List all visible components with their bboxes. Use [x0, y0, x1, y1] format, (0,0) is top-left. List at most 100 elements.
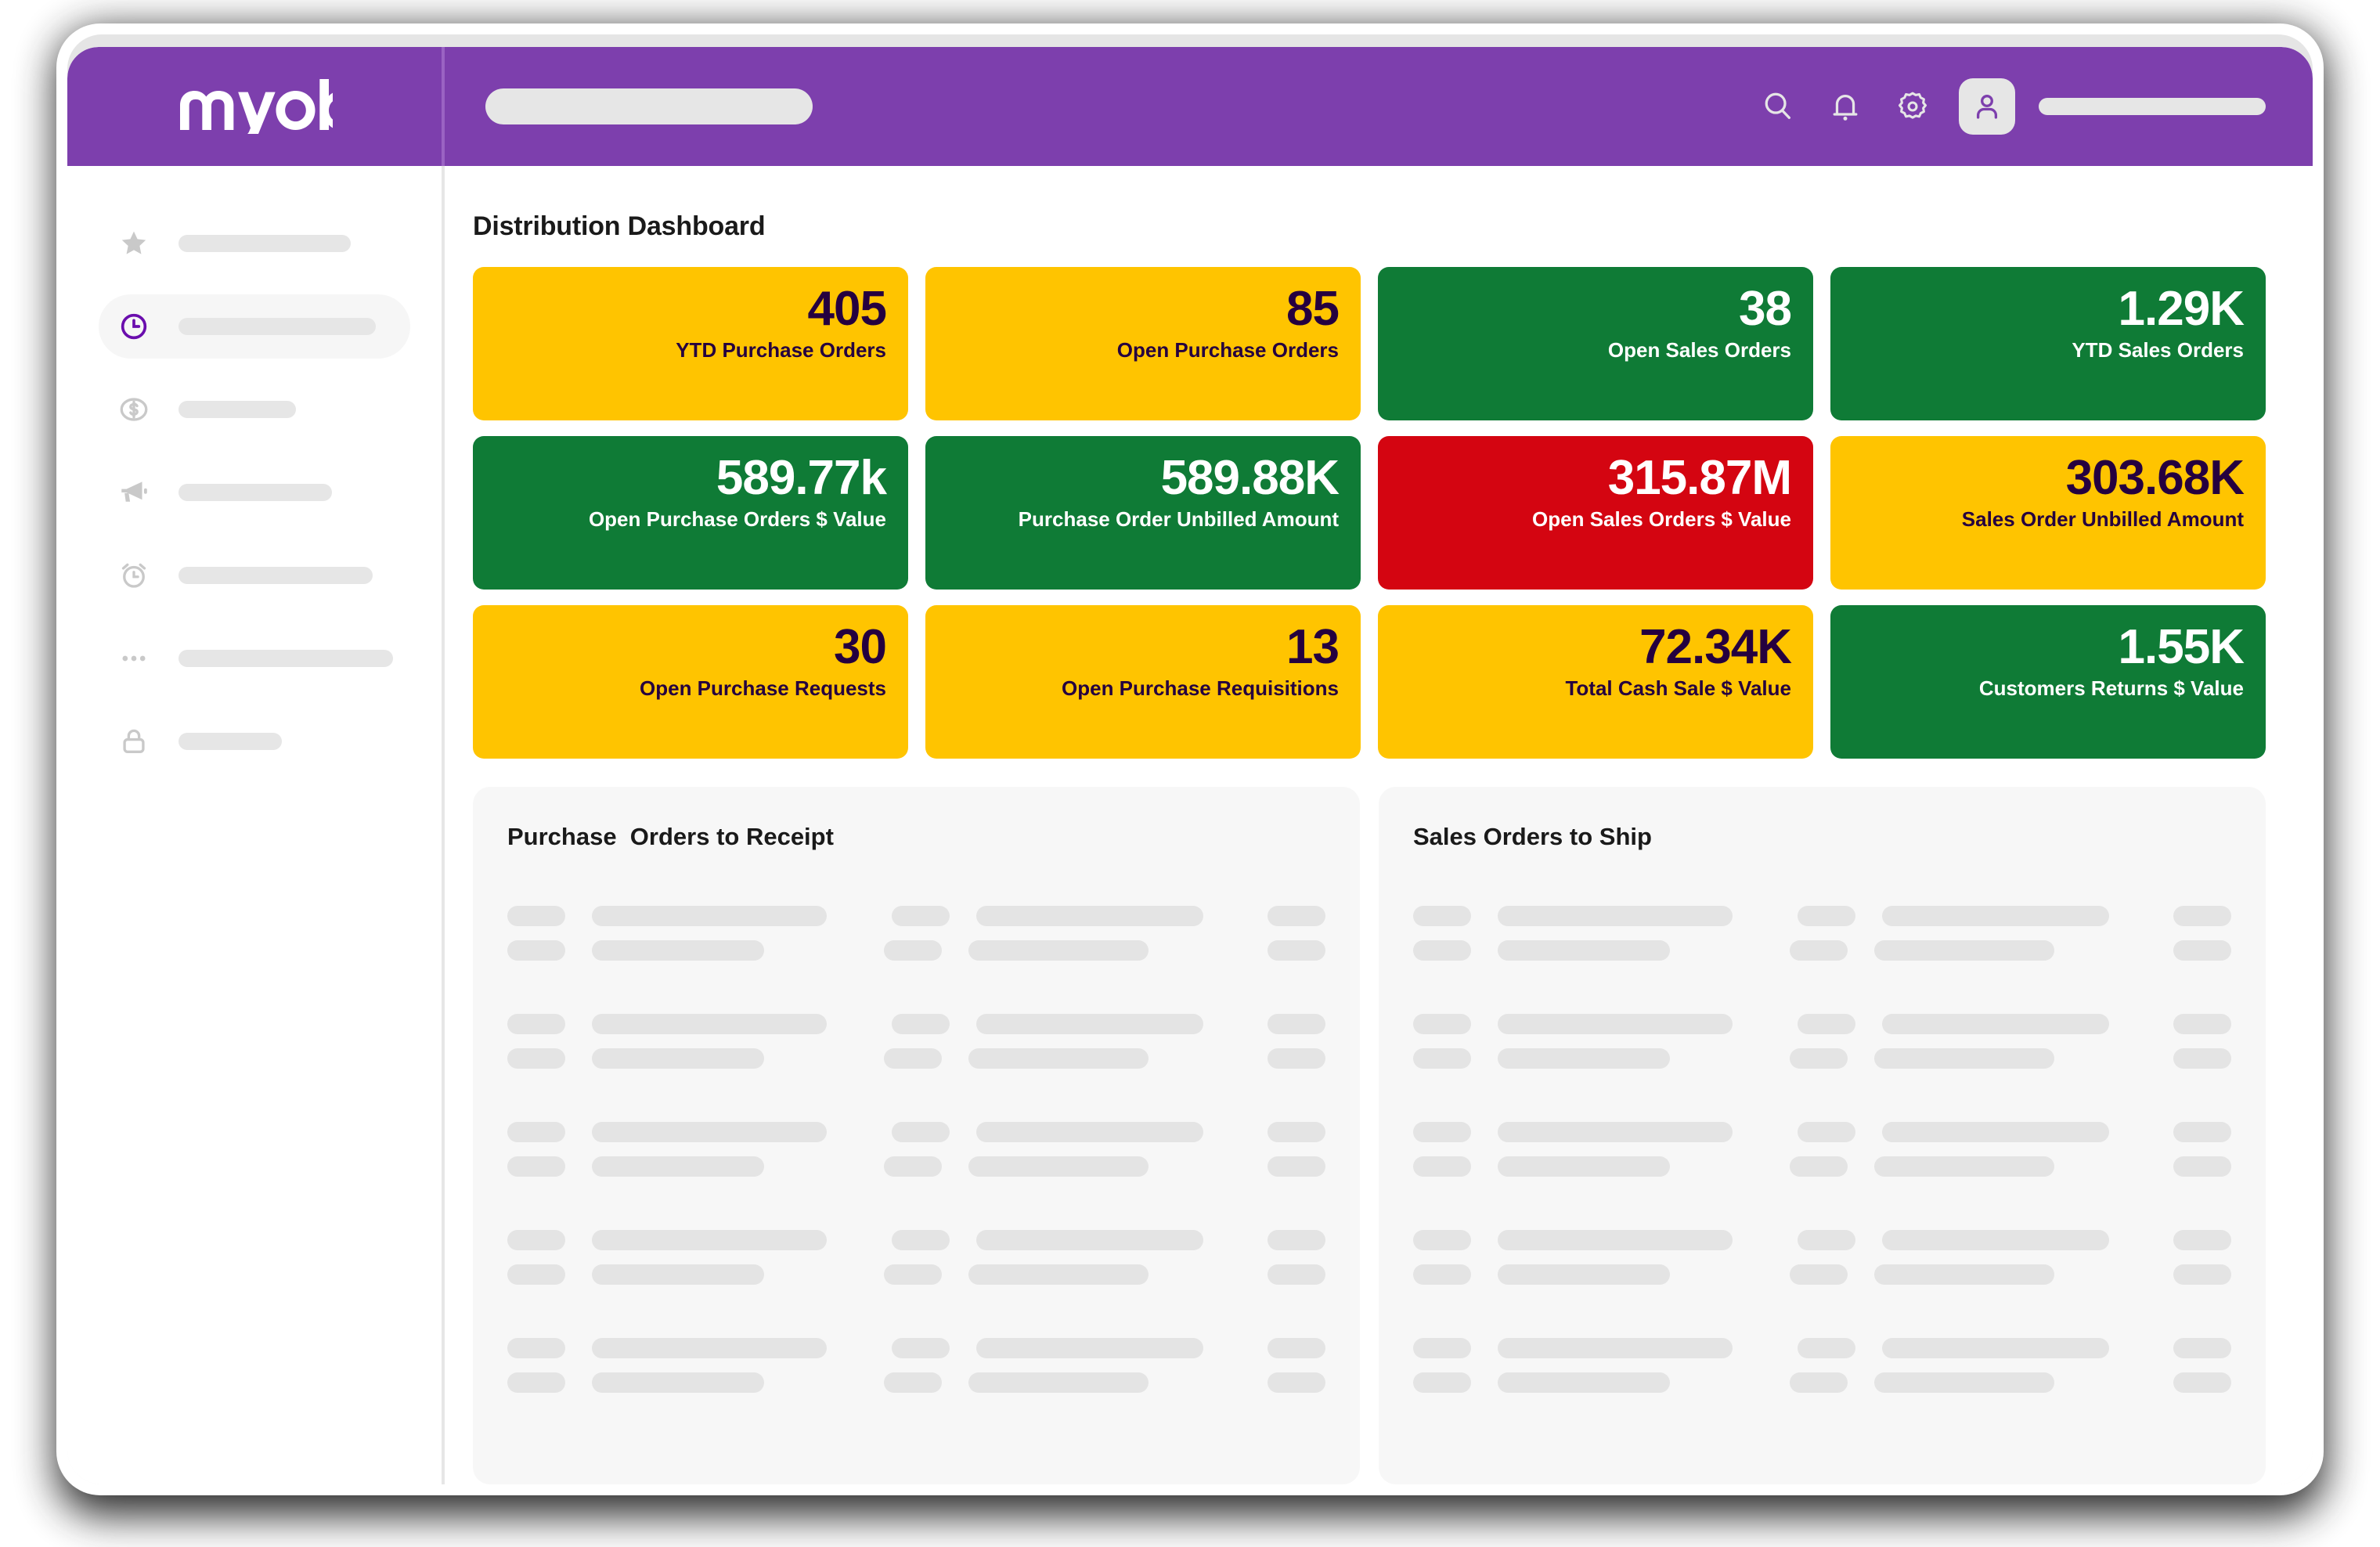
kpi-value: 13	[1286, 622, 1339, 672]
kpi-card-grid: 405 YTD Purchase Orders 85 Open Purchase…	[473, 267, 2266, 759]
sidebar-item-label	[178, 484, 332, 501]
kpi-card-open-purchase-requests[interactable]: 30 Open Purchase Requests	[473, 605, 908, 759]
page-title: Distribution Dashboard	[473, 211, 2266, 242]
table-row	[1413, 1122, 2231, 1177]
kpi-card-open-purchase-orders-value[interactable]: 589.77k Open Purchase Orders $ Value	[473, 436, 908, 590]
sidebar-item-label	[178, 318, 376, 335]
dollar-circle-icon	[116, 391, 152, 427]
kpi-card-open-sales-orders[interactable]: 38 Open Sales Orders	[1378, 267, 1813, 420]
panel-title: Purchase Orders to Receipt	[507, 823, 1325, 851]
kpi-value: 1.29K	[2119, 284, 2244, 334]
sidebar-item-reminders[interactable]	[99, 543, 410, 608]
main-content: Distribution Dashboard 405 YTD Purchase …	[445, 166, 2313, 1484]
panel-title: Sales Orders to Ship	[1413, 823, 2231, 851]
skeleton-cell	[968, 940, 1149, 961]
kpi-card-ytd-purchase-orders[interactable]: 405 YTD Purchase Orders	[473, 267, 908, 420]
kpi-card-open-purchase-requisitions[interactable]: 13 Open Purchase Requisitions	[925, 605, 1361, 759]
ellipsis-icon	[116, 640, 152, 676]
kpi-value: 303.68K	[2066, 453, 2244, 503]
table-row	[507, 906, 1325, 961]
panel-purchase-orders-to-receipt: Purchase Orders to Receipt	[473, 787, 1360, 1484]
brand-logo[interactable]	[67, 47, 442, 166]
table-row	[1413, 1338, 2231, 1393]
notification-bell-icon[interactable]	[1827, 88, 1863, 124]
sidebar-item-recent[interactable]	[99, 294, 410, 359]
sidebar-nav	[67, 166, 442, 1484]
sidebar-item-label	[178, 650, 393, 667]
table-row	[507, 1338, 1325, 1393]
sidebar-item-label	[178, 733, 282, 750]
panel-row: Purchase Orders to Receipt	[473, 787, 2266, 1484]
skeleton-cell	[592, 906, 827, 926]
user-avatar-icon	[1971, 90, 2003, 123]
panel-sales-orders-to-ship: Sales Orders to Ship	[1379, 787, 2266, 1484]
kpi-card-ytd-sales-orders[interactable]: 1.29K YTD Sales Orders	[1830, 267, 2266, 420]
settings-gear-icon[interactable]	[1895, 88, 1931, 124]
clock-icon	[116, 308, 152, 344]
kpi-label: Customers Returns $ Value	[1979, 676, 2244, 701]
kpi-value: 405	[808, 284, 886, 334]
table-row	[507, 1014, 1325, 1069]
myob-logo-icon	[176, 79, 333, 134]
skeleton-cell	[1268, 940, 1325, 961]
kpi-value: 589.88K	[1161, 453, 1339, 503]
skeleton-list	[1413, 906, 2231, 1393]
skeleton-cell	[592, 940, 764, 961]
kpi-label: Open Purchase Requests	[640, 676, 886, 701]
sidebar-item-favourites[interactable]	[99, 211, 410, 276]
kpi-card-purchase-order-unbilled-amount[interactable]: 589.88K Purchase Order Unbilled Amount	[925, 436, 1361, 590]
kpi-value: 315.87M	[1608, 453, 1791, 503]
kpi-label: Open Sales Orders	[1608, 338, 1791, 362]
table-row	[507, 1122, 1325, 1177]
table-row	[507, 1230, 1325, 1285]
kpi-card-customers-returns-value[interactable]: 1.55K Customers Returns $ Value	[1830, 605, 2266, 759]
kpi-label: YTD Purchase Orders	[676, 338, 886, 362]
skeleton-cell	[884, 940, 942, 961]
kpi-label: Open Purchase Requisitions	[1062, 676, 1339, 701]
global-search-input[interactable]	[485, 88, 813, 124]
skeleton-cell	[507, 906, 565, 926]
kpi-label: Open Sales Orders $ Value	[1532, 507, 1791, 532]
kpi-value: 38	[1739, 284, 1791, 334]
kpi-card-total-cash-sale-value[interactable]: 72.34K Total Cash Sale $ Value	[1378, 605, 1813, 759]
kpi-value: 85	[1286, 284, 1339, 334]
skeleton-cell	[1268, 906, 1325, 926]
table-row	[1413, 906, 2231, 961]
header-main	[445, 47, 2313, 166]
kpi-card-open-purchase-orders[interactable]: 85 Open Purchase Orders	[925, 267, 1361, 420]
skeleton-cell	[507, 940, 565, 961]
app-window: Distribution Dashboard 405 YTD Purchase …	[67, 47, 2313, 1484]
app-header	[67, 47, 2313, 166]
user-name-label[interactable]	[2039, 98, 2266, 115]
device-bezel: Distribution Dashboard 405 YTD Purchase …	[56, 23, 2324, 1495]
kpi-value: 1.55K	[2119, 622, 2244, 672]
screenshot-root: Distribution Dashboard 405 YTD Purchase …	[0, 0, 2380, 1547]
kpi-value: 72.34K	[1639, 622, 1791, 672]
kpi-label: Open Purchase Orders $ Value	[589, 507, 886, 532]
alarm-clock-icon	[116, 557, 152, 593]
user-avatar[interactable]	[1959, 78, 2015, 135]
table-row	[1413, 1230, 2231, 1285]
kpi-label: Purchase Order Unbilled Amount	[1019, 507, 1339, 532]
kpi-label: Open Purchase Orders	[1117, 338, 1339, 362]
sidebar-item-label	[178, 235, 351, 252]
megaphone-icon	[116, 474, 152, 510]
lock-icon	[116, 723, 152, 759]
kpi-value: 589.77k	[716, 453, 886, 503]
sidebar-item-more[interactable]	[99, 626, 410, 691]
device-screen: Distribution Dashboard 405 YTD Purchase …	[67, 34, 2313, 1484]
kpi-label: Sales Order Unbilled Amount	[1962, 507, 2244, 532]
sidebar-item-security[interactable]	[99, 709, 410, 774]
kpi-label: YTD Sales Orders	[2072, 338, 2244, 362]
app-body: Distribution Dashboard 405 YTD Purchase …	[67, 166, 2313, 1484]
star-icon	[116, 225, 152, 261]
kpi-card-open-sales-orders-value[interactable]: 315.87M Open Sales Orders $ Value	[1378, 436, 1813, 590]
kpi-card-sales-order-unbilled-amount[interactable]: 303.68K Sales Order Unbilled Amount	[1830, 436, 2266, 590]
search-icon[interactable]	[1760, 88, 1796, 124]
sidebar-item-announcements[interactable]	[99, 460, 410, 525]
skeleton-cell	[892, 906, 950, 926]
sidebar-item-billing[interactable]	[99, 377, 410, 442]
header-icon-group	[1760, 88, 1931, 124]
skeleton-cell	[976, 906, 1203, 926]
kpi-value: 30	[834, 622, 886, 672]
